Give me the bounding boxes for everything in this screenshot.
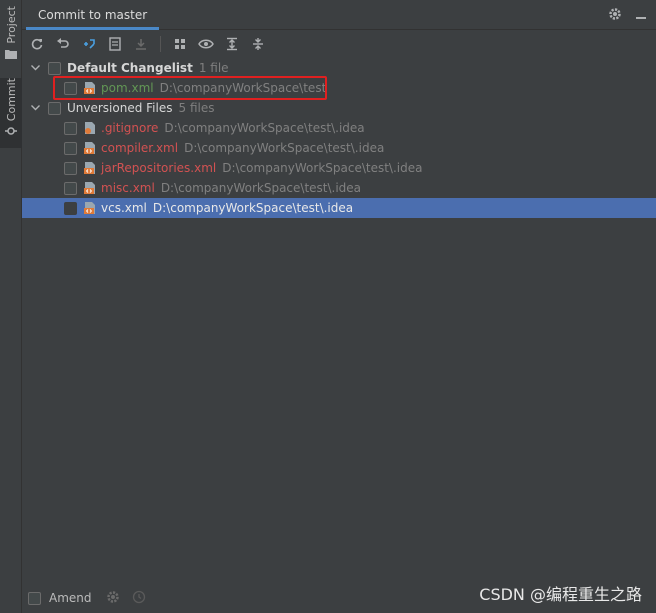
file-row[interactable]: misc.xml D:\companyWorkSpace\test\.idea xyxy=(22,178,656,198)
update-icon[interactable] xyxy=(132,35,150,53)
toolbar-separator xyxy=(160,36,161,52)
eye-icon[interactable] xyxy=(197,35,215,53)
changelist-count: 5 files xyxy=(178,101,215,115)
checkbox[interactable] xyxy=(64,181,77,195)
tool-tab-commit-label: Commit xyxy=(4,78,18,122)
file-name: vcs.xml xyxy=(101,201,147,215)
expand-all-icon[interactable] xyxy=(223,35,241,53)
chevron-down-icon[interactable] xyxy=(28,61,42,75)
xml-file-icon xyxy=(83,181,97,195)
tool-window-strip: Project Commit xyxy=(0,0,22,613)
file-name: .gitignore xyxy=(101,121,159,135)
tab-commit-to-master[interactable]: Commit to master xyxy=(26,0,160,30)
collapse-all-icon[interactable] xyxy=(249,35,267,53)
file-path: D:\companyWorkSpace\test\.idea xyxy=(164,121,365,135)
tool-tab-commit[interactable]: Commit xyxy=(0,78,22,148)
diff-icon[interactable] xyxy=(80,35,98,53)
gitignore-file-icon xyxy=(83,121,97,135)
chevron-down-icon[interactable] xyxy=(28,101,42,115)
file-row[interactable]: .gitignore D:\companyWorkSpace\test\.ide… xyxy=(22,118,656,138)
gear-icon[interactable] xyxy=(608,7,622,24)
file-path: D:\companyWorkSpace\test\.idea xyxy=(152,201,354,215)
show-diff-icon[interactable] xyxy=(106,35,124,53)
file-name: jarRepositories.xml xyxy=(101,161,217,175)
file-row[interactable]: jarRepositories.xml D:\companyWorkSpace\… xyxy=(22,158,656,178)
changelist-name: Default Changelist xyxy=(67,61,193,75)
refresh-icon[interactable] xyxy=(28,35,46,53)
gear-icon[interactable] xyxy=(106,590,120,607)
watermark: CSDN @编程重生之路 xyxy=(479,585,642,604)
clock-icon[interactable] xyxy=(132,590,146,607)
file-row[interactable]: compiler.xml D:\companyWorkSpace\test\.i… xyxy=(22,138,656,158)
amend-checkbox[interactable] xyxy=(28,591,41,605)
checkbox[interactable] xyxy=(48,61,61,75)
tool-tab-project-label: Project xyxy=(4,6,18,44)
amend-label[interactable]: Amend xyxy=(49,591,92,605)
changelist-unversioned[interactable]: Unversioned Files 5 files xyxy=(22,98,656,118)
tool-tab-project[interactable]: Project xyxy=(0,6,22,68)
changelist-default[interactable]: Default Changelist 1 file xyxy=(22,58,656,78)
file-path: D:\companyWorkSpace\test\.idea xyxy=(184,141,385,155)
annotation-highlight-box xyxy=(53,76,327,100)
file-path: D:\companyWorkSpace\test\.idea xyxy=(160,181,362,195)
file-name: compiler.xml xyxy=(101,141,179,155)
checkbox[interactable] xyxy=(64,161,77,175)
group-by-icon[interactable] xyxy=(171,35,189,53)
file-row-selected[interactable]: vcs.xml D:\companyWorkSpace\test\.idea xyxy=(22,198,656,218)
checkbox[interactable] xyxy=(64,121,77,135)
commit-toolbar xyxy=(22,30,656,58)
checkbox[interactable] xyxy=(64,141,77,155)
panel-title-bar: Commit to master xyxy=(22,0,656,30)
checkbox[interactable] xyxy=(48,101,61,115)
file-name: misc.xml xyxy=(101,181,155,195)
changelist-name: Unversioned Files xyxy=(67,101,173,115)
changelist-count: 1 file xyxy=(198,61,229,75)
panel-title: Commit to master xyxy=(38,8,148,22)
folder-icon xyxy=(5,48,17,62)
commit-panel: Commit to master Default Changelist 1 fi… xyxy=(22,0,656,613)
xml-file-icon xyxy=(83,201,97,215)
file-path: D:\companyWorkSpace\test\.idea xyxy=(222,161,423,175)
xml-file-icon xyxy=(83,141,97,155)
minimize-icon[interactable] xyxy=(634,7,648,24)
rollback-icon[interactable] xyxy=(54,35,72,53)
xml-file-icon xyxy=(83,161,97,175)
commit-icon xyxy=(5,125,17,140)
checkbox[interactable] xyxy=(64,201,77,215)
